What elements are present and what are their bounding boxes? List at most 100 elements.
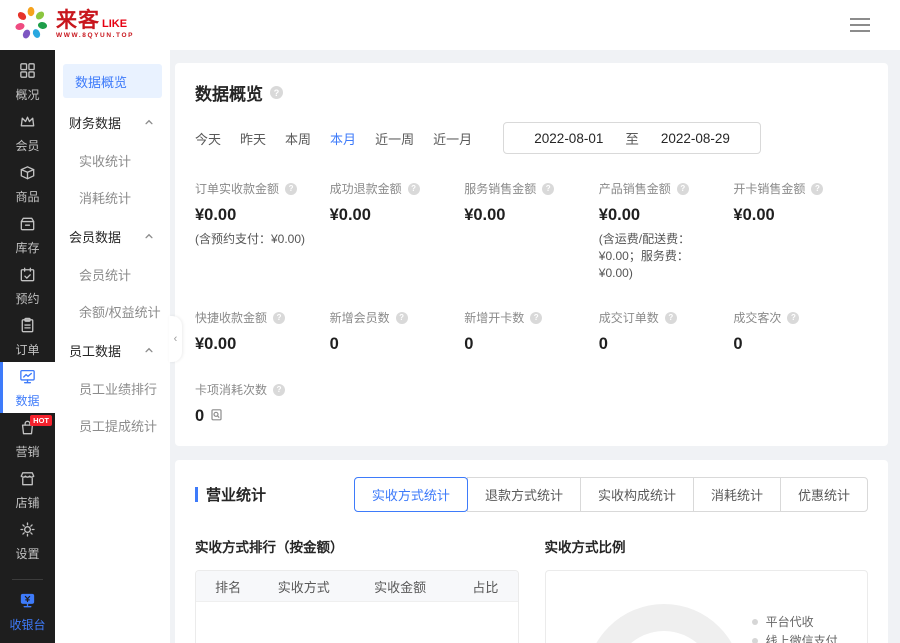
chevron-up-icon [144, 231, 154, 241]
top-bar: 来客LIKE WWW.8QYUN.TOP [0, 0, 900, 50]
subnav-item-member-stats[interactable]: 会员统计 [55, 256, 170, 293]
filter-this-week[interactable]: 本周 [285, 129, 311, 148]
sidebar-item-data[interactable]: 数据 [0, 362, 55, 413]
subnav-group-finance[interactable]: 财务数据 [55, 102, 170, 142]
accent-bar [195, 487, 198, 502]
stat-card-consume-count: 卡项消耗次数? 0 [195, 381, 330, 426]
donut-chart: 总金额 ¥0.00 [586, 604, 742, 643]
stat-product-sales: 产品销售金额? ¥0.00 (含运费/配送费：¥0.00；服务费：¥0.00) [599, 180, 734, 282]
business-stats-card: 营业统计 实收方式统计 退款方式统计 实收构成统计 消耗统计 优惠统计 实收方式… [175, 460, 888, 643]
date-separator: 至 [625, 128, 639, 148]
sidebar-item-goods[interactable]: 商品 [0, 158, 55, 209]
archive-icon [18, 214, 37, 236]
secondary-sidebar: 数据概览 财务数据 实收统计 消耗统计 会员数据 会员统计 余额/权益统计 员工… [55, 50, 170, 643]
stat-deal-customers: 成交客次? 0 [733, 309, 868, 354]
sidebar-item-members[interactable]: 会员 [0, 107, 55, 158]
overview-card: 数据概览 ? 今天 昨天 本周 本月 近一周 近一月 2022-08-01 至 … [175, 63, 888, 446]
subnav-group-member[interactable]: 会员数据 [55, 216, 170, 256]
logo-title: 来客LIKE [56, 10, 134, 31]
stat-card-sales: 开卡销售金额? ¥0.00 [733, 180, 868, 282]
subnav-item-received-stats[interactable]: 实收统计 [55, 142, 170, 179]
help-icon[interactable]: ? [273, 312, 285, 324]
stat-order-received: 订单实收款金额? ¥0.00 (含预约支付：¥0.00) [195, 180, 330, 282]
sidebar-item-inventory[interactable]: 库存 [0, 209, 55, 260]
page-title: 数据概览 [195, 80, 263, 105]
crown-icon [18, 112, 37, 134]
monitor-chart-icon [18, 367, 37, 389]
stat-new-cards: 新增开卡数? 0 [464, 309, 599, 354]
subnav-item-balance-stats[interactable]: 余额/权益统计 [55, 293, 170, 330]
storefront-icon [18, 469, 37, 491]
sidebar-item-marketing[interactable]: HOT 营销 [0, 413, 55, 464]
logo-site-url: WWW.8QYUN.TOP [56, 33, 134, 40]
logo-pinwheel-icon [12, 4, 50, 47]
help-icon[interactable]: ? [665, 312, 677, 324]
tab-discount-stats[interactable]: 优惠统计 [780, 477, 868, 512]
main-content: 数据概览 ? 今天 昨天 本周 本月 近一周 近一月 2022-08-01 至 … [170, 50, 900, 643]
help-icon[interactable]: ? [542, 183, 554, 195]
sidebar-item-settings[interactable]: 设置 [0, 515, 55, 566]
package-icon [18, 163, 37, 185]
subnav-item-staff-rank[interactable]: 员工业绩排行 [55, 370, 170, 407]
legend-item[interactable]: 平台代收 [752, 612, 851, 631]
help-icon[interactable]: ? [787, 312, 799, 324]
help-icon[interactable]: ? [285, 183, 297, 195]
app-root: 来客LIKE WWW.8QYUN.TOP 概况 会员 商品 库存 [0, 0, 900, 643]
sidebar-collapse-handle[interactable]: ‹ [169, 316, 182, 362]
date-filter-row: 今天 昨天 本周 本月 近一周 近一月 2022-08-01 至 2022-08… [195, 122, 868, 154]
calendar-check-icon [18, 265, 37, 287]
help-icon[interactable]: ? [396, 312, 408, 324]
filter-last-7-days[interactable]: 近一周 [375, 129, 414, 148]
stat-refund: 成功退款金额? ¥0.00 [330, 180, 465, 282]
sidebar-item-cashier[interactable]: 收银台 [0, 586, 55, 637]
filter-last-30-days[interactable]: 近一月 [433, 129, 472, 148]
help-icon[interactable]: ? [273, 384, 285, 396]
filter-today[interactable]: 今天 [195, 129, 221, 148]
date-end-value[interactable]: 2022-08-29 [661, 131, 730, 146]
business-tabs: 实收方式统计 退款方式统计 实收构成统计 消耗统计 优惠统计 [354, 477, 868, 512]
hot-badge: HOT [30, 415, 52, 426]
legend-dot [752, 638, 758, 643]
legend-dot [752, 619, 758, 625]
clipboard-icon [18, 316, 37, 338]
tab-received-composition[interactable]: 实收构成统计 [580, 477, 694, 512]
sidebar-item-overview[interactable]: 概况 [0, 56, 55, 107]
help-icon[interactable]: ? [530, 312, 542, 324]
primary-sidebar: 概况 会员 商品 库存 预约 订单 [0, 50, 55, 643]
gear-icon [18, 520, 37, 542]
legend-item[interactable]: 线上微信支付 [752, 631, 851, 643]
help-icon[interactable]: ? [811, 183, 823, 195]
date-start-value[interactable]: 2022-08-01 [534, 131, 603, 146]
tab-received-method[interactable]: 实收方式统计 [354, 477, 468, 512]
stats-grid: 订单实收款金额? ¥0.00 (含预约支付：¥0.00) 成功退款金额? ¥0.… [195, 180, 868, 426]
chart-legend: 平台代收 线上微信支付 现金 其他 微信（记账） 支付宝（记账） POS机（记账… [752, 604, 851, 643]
date-range-picker[interactable]: 2022-08-01 至 2022-08-29 [503, 122, 761, 154]
stat-quick-collect: 快捷收款金额? ¥0.00 [195, 309, 330, 354]
view-detail-icon[interactable] [210, 407, 223, 426]
help-icon[interactable]: ? [677, 183, 689, 195]
subnav-item-staff-commission[interactable]: 员工提成统计 [55, 407, 170, 444]
tab-consume-stats[interactable]: 消耗统计 [693, 477, 781, 512]
subnav-item-data-overview[interactable]: 数据概览 [63, 64, 162, 98]
tab-refund-method[interactable]: 退款方式统计 [467, 477, 581, 512]
stat-service-sales: 服务销售金额? ¥0.00 [464, 180, 599, 282]
stat-deal-orders: 成交订单数? 0 [599, 309, 734, 354]
filter-this-month[interactable]: 本月 [330, 129, 356, 148]
help-icon[interactable]: ? [270, 86, 283, 99]
section-title: 营业统计 [195, 484, 266, 505]
app-logo[interactable]: 来客LIKE WWW.8QYUN.TOP [12, 4, 134, 47]
menu-toggle-button[interactable] [846, 14, 874, 36]
received-ratio-panel: 实收方式比例 总金额 ¥0.00 平台代收 [545, 536, 869, 643]
stat-new-members: 新增会员数? 0 [330, 309, 465, 354]
help-icon[interactable]: ? [408, 183, 420, 195]
chevron-up-icon [144, 117, 154, 127]
sidebar-item-orders[interactable]: 订单 [0, 311, 55, 362]
subnav-group-staff[interactable]: 员工数据 [55, 330, 170, 370]
received-rank-panel: 实收方式排行（按金额） 排名 实收方式 实收金额 占比 [195, 536, 519, 643]
cashier-icon [18, 591, 37, 613]
sidebar-item-store[interactable]: 店铺 [0, 464, 55, 515]
rank-table-header: 排名 实收方式 实收金额 占比 [196, 571, 518, 602]
filter-yesterday[interactable]: 昨天 [240, 129, 266, 148]
subnav-item-consume-stats[interactable]: 消耗统计 [55, 179, 170, 216]
sidebar-item-booking[interactable]: 预约 [0, 260, 55, 311]
